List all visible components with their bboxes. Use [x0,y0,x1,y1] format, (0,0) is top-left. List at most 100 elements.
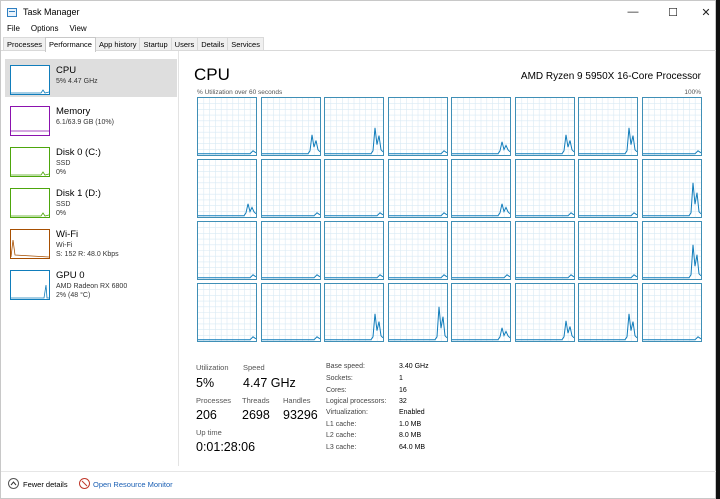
tab-details[interactable]: Details [197,37,229,51]
chevron-up-icon[interactable] [8,478,19,489]
logical-processor-graph [514,283,575,342]
logical-processor-graph [387,283,448,342]
sidebar-item-disk-0[interactable]: Disk 0 (C:) SSD 0% [5,141,177,179]
sidebar-item-memory[interactable]: Memory 6.1/63.9 GB (10%) [5,100,177,138]
sidebar-item-detail: SSD [56,201,71,208]
window-title: Task Manager [23,7,80,17]
spec-value: 16 [399,387,407,394]
sidebar-item-gpu-0[interactable]: GPU 0 AMD Radeon RX 6800 2% (48 °C) [5,264,177,302]
sidebar-item-title: GPU 0 [56,270,85,281]
sidebar-item-detail: 5% 4.47 GHz [56,78,98,85]
spec-value: 3.40 GHz [399,363,429,370]
logical-processor-graph [324,283,384,342]
spec-value: Enabled [399,409,425,416]
logical-processor-graph [578,221,638,280]
handles-label: Handles [283,396,311,405]
threads-value: 2698 [242,408,270,422]
logical-processor-graph [514,159,575,218]
spec-label: L1 cache: [326,421,357,428]
logical-processor-graph [451,221,511,280]
resource-monitor-icon[interactable] [79,478,90,489]
tab-performance[interactable]: Performance [45,37,96,52]
logical-processor-graph [451,283,511,342]
memory-thumbnail-graph [10,106,50,136]
logical-processor-graph [324,159,384,218]
logical-processor-graph [197,221,257,280]
logical-processor-graph [260,159,321,218]
tab-services[interactable]: Services [227,37,264,51]
logical-processor-graph [514,97,575,156]
sidebar-item-detail: 0% [56,210,67,217]
gpu-0-thumbnail-graph [10,270,50,300]
utilization-label: Utilization [196,363,229,372]
logical-processor-graph [260,97,321,156]
task-manager-icon [7,7,17,17]
disk-1-thumbnail-graph [10,188,50,218]
maximize-button[interactable]: ☐ [656,1,690,23]
logical-processor-graph [578,97,638,156]
logical-processor-graph [578,159,638,218]
menu-file[interactable]: File [1,22,25,36]
logical-processor-graph [387,97,448,156]
title-bar: Task Manager — ☐ ✕ [1,1,717,23]
footer-bar: Fewer details Open Resource Monitor [1,471,717,495]
utilization-caption: % Utilization over 60 seconds [197,89,283,96]
window-shadow-edge [716,0,720,499]
spec-label: L3 cache: [326,444,357,451]
spec-label: Sockets: [326,375,353,382]
max-percent-label: 100% [684,89,701,96]
logical-processor-graph [197,159,257,218]
tab-startup[interactable]: Startup [139,37,172,51]
open-resource-monitor-link[interactable]: Open Resource Monitor [93,480,173,489]
spec-value: 8.0 MB [399,432,422,439]
sidebar-item-disk-1[interactable]: Disk 1 (D:) SSD 0% [5,182,177,220]
spec-label: Cores: [326,387,347,394]
sidebar-item-detail: SSD [56,160,71,167]
logical-processor-graph [641,159,702,218]
logical-processor-graph [451,159,511,218]
sidebar-item-detail: AMD Radeon RX 6800 [56,283,128,290]
tab-app-history[interactable]: App history [94,37,141,51]
tab-users[interactable]: Users [170,37,199,51]
menu-view[interactable]: View [63,22,91,36]
fewer-details-link[interactable]: Fewer details [23,480,68,489]
logical-processor-graph [324,97,384,156]
logical-processor-graph [641,283,702,342]
uptime-value: 0:01:28:06 [196,440,256,454]
task-manager-window: Task Manager — ☐ ✕ File Options View Pro… [0,0,717,499]
sidebar-item-title: CPU [56,65,77,76]
sidebar-item-title: Disk 0 (C:) [56,147,101,158]
sidebar-item-title: Memory [56,106,91,117]
tab-processes[interactable]: Processes [3,37,47,51]
sidebar-item-wifi[interactable]: Wi-Fi Wi-Fi S: 152 R: 48.0 Kbps [5,223,177,261]
wifi-thumbnail-graph [10,229,50,259]
processes-label: Processes [196,396,232,405]
sidebar-item-detail: S: 152 R: 48.0 Kbps [56,251,119,258]
logical-processor-graph [641,221,702,280]
sidebar-item-title: Wi-Fi [56,229,79,240]
speed-value: 4.47 GHz [243,376,296,390]
logical-processor-graph [260,221,321,280]
logical-processor-graph [324,221,384,280]
sidebar-item-cpu[interactable]: CPU 5% 4.47 GHz [5,59,177,97]
spec-value: 32 [399,398,407,405]
sidebar-item-detail: 2% (48 °C) [56,292,91,299]
utilization-value: 5% [196,376,215,390]
sidebar-item-detail: 6.1/63.9 GB (10%) [56,119,114,126]
logical-processor-graph [578,283,638,342]
menu-options[interactable]: Options [25,22,64,36]
cpu-thumbnail-graph [10,65,50,95]
logical-processor-graph [451,97,511,156]
disk-0-thumbnail-graph [10,147,50,177]
speed-label: Speed [243,363,265,372]
spec-label: Virtualization: [326,409,368,416]
logical-processor-graph [197,97,257,156]
minimize-button[interactable]: — [616,1,650,23]
uptime-label: Up time [196,428,222,437]
panel-title: CPU [194,65,230,84]
sidebar-item-detail: 0% [56,169,67,176]
processor-name: AMD Ryzen 9 5950X 16-Core Processor [520,71,701,82]
cpu-performance-panel: CPU AMD Ryzen 9 5950X 16-Core Processor … [180,51,717,466]
sidebar-item-detail: Wi-Fi [56,242,73,249]
logical-processor-graph [260,283,321,342]
